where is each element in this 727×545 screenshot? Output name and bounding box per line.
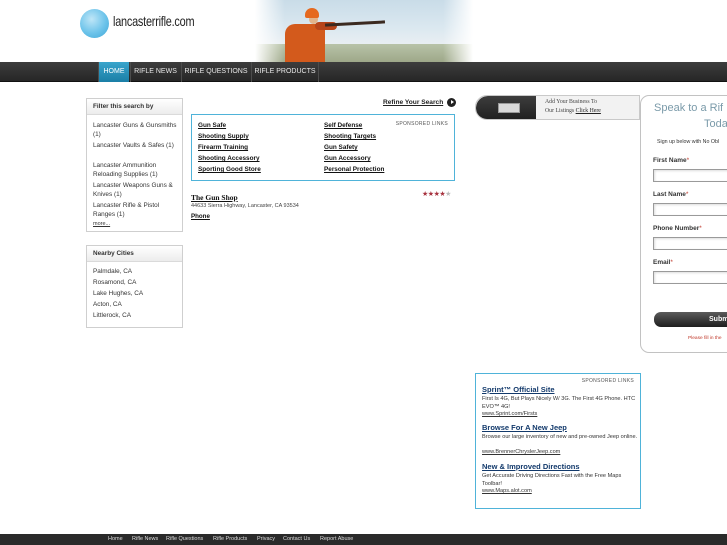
phone-number-input[interactable] (653, 237, 727, 250)
click-here-link[interactable]: Click Here (576, 108, 601, 114)
sponsored-link[interactable]: Personal Protection (324, 166, 384, 173)
footer-link-home[interactable]: Home (108, 535, 123, 544)
form-required-note: Please fill in the (688, 336, 722, 341)
logo-icon[interactable] (80, 9, 109, 38)
footer-link-rifle-questions[interactable]: Rifle Questions (166, 535, 203, 544)
required-marker: * (670, 259, 673, 266)
nav-rifle-products[interactable]: RIFLE PRODUCTS (251, 62, 319, 82)
city-link[interactable]: Rosamond, CA (93, 279, 136, 286)
add-business-prefix: Our Listings (545, 108, 575, 114)
ad-title-link[interactable]: Browse For A New Jeep (482, 423, 567, 432)
email-label: Email* (653, 259, 673, 266)
sponsored-link[interactable]: Sporting Good Store (198, 166, 261, 173)
sponsored-link[interactable]: Shooting Accessory (198, 155, 260, 162)
filter-item-vaults-safes[interactable]: Lancaster Vaults & Safes (1) (93, 141, 181, 150)
required-marker: * (686, 157, 690, 164)
footer-link-report-abuse[interactable]: Report Abuse (320, 535, 353, 544)
lead-form-panel: Speak to a Rif Toda Sign up below with N… (640, 95, 727, 353)
ad-url-link[interactable]: www.BrennerChryslerJeep.com (482, 449, 560, 455)
city-link[interactable]: Palmdale, CA (93, 268, 132, 275)
footer-link-privacy[interactable]: Privacy (257, 535, 275, 544)
filter-heading: Filter this search by (87, 99, 182, 115)
ad-url-link[interactable]: www.Sprint.com/Firsts (482, 411, 537, 417)
last-name-input[interactable] (653, 203, 727, 216)
banner-dark-tab (476, 96, 536, 119)
last-name-label: Last Name* (653, 191, 688, 198)
main-nav: HOME RIFLE NEWS RIFLE QUESTIONS RIFLE PR… (0, 62, 727, 82)
ad-title-link[interactable]: Sprint™ Official Site (482, 385, 555, 394)
add-business-banner[interactable]: Add Your Business To Our Listings Click … (475, 95, 640, 120)
filter-item-guns-gunsmiths[interactable]: Lancaster Guns & Gunsmiths (1) (93, 121, 181, 139)
filter-more-link[interactable]: more... (93, 221, 110, 227)
lead-form-subtitle: Sign up below with No Obl (657, 139, 720, 145)
listing-title-link[interactable]: The Gun Shop (191, 193, 238, 202)
footer-link-rifle-news[interactable]: Rifle News (132, 535, 158, 544)
filter-item-ammunition[interactable]: Lancaster Ammunition Reloading Supplies … (93, 161, 181, 179)
star-empty-icon: ★ (445, 191, 451, 198)
site-header: lancasterrifle.com (0, 0, 727, 62)
sponsored-link[interactable]: Self Defense (324, 122, 362, 129)
first-name-label: First Name* (653, 157, 689, 164)
ad-description: Get Accurate Driving Directions Fast wit… (482, 473, 622, 487)
last-name-label-text: Last Name (653, 191, 686, 198)
footer-link-rifle-products[interactable]: Rifle Products (213, 535, 247, 544)
nearby-cities-panel: Nearby Cities Palmdale, CA Rosamond, CA … (86, 245, 183, 328)
required-marker: * (699, 225, 702, 232)
sponsored-links-label: SPONSORED LINKS (395, 121, 448, 127)
ad-description: First Is 4G, But Plays Nicely W/ 3G. The… (482, 396, 636, 410)
phone-number-label-text: Phone Number (653, 225, 700, 232)
city-link[interactable]: Acton, CA (93, 301, 122, 308)
first-name-input[interactable] (653, 169, 727, 182)
ad-description: Browse our large inventory of new and pr… (482, 434, 638, 440)
listing-thumbnail-icon (498, 103, 520, 113)
refine-search-link[interactable]: Refine Your Search (383, 99, 443, 106)
sponsored-ads-box: SPONSORED LINKS Sprint™ Official Site Fi… (475, 373, 641, 509)
filter-panel: Filter this search by Lancaster Guns & G… (86, 98, 183, 232)
listing-phone-link[interactable]: Phone (191, 213, 210, 220)
lead-form-title-line2: Toda (704, 118, 727, 130)
nav-rifle-questions[interactable]: RIFLE QUESTIONS (181, 62, 250, 82)
header-hunter-image (255, 0, 473, 62)
sponsored-link[interactable]: Shooting Supply (198, 133, 249, 140)
rating-stars: ★★★★★ (422, 190, 451, 198)
first-name-label-text: First Name (653, 157, 687, 164)
add-business-line2: Our Listings Click Here (545, 108, 601, 114)
sponsored-link[interactable]: Shooting Targets (324, 133, 376, 140)
sponsored-link[interactable]: Gun Safe (198, 122, 226, 129)
sponsored-links-box: SPONSORED LINKS Gun Safe Self Defense Sh… (191, 114, 455, 181)
city-link[interactable]: Lake Hughes, CA (93, 290, 143, 297)
footer-link-contact[interactable]: Contact Us (283, 535, 310, 544)
sponsored-link[interactable]: Firearm Training (198, 144, 248, 151)
required-marker: * (685, 191, 689, 198)
nearby-cities-heading: Nearby Cities (87, 246, 182, 262)
nav-home[interactable]: HOME (98, 62, 129, 82)
ad-title-link[interactable]: New & Improved Directions (482, 462, 580, 471)
sponsored-link[interactable]: Gun Accessory (324, 155, 371, 162)
sponsored-link[interactable]: Gun Safety (324, 144, 358, 151)
phone-number-label: Phone Number* (653, 225, 702, 232)
filter-item-ranges[interactable]: Lancaster Rifle & Pistol Ranges (1) (93, 201, 181, 219)
nav-rifle-news[interactable]: RIFLE NEWS (130, 62, 180, 82)
site-footer: Home Rifle News Rifle Questions Rifle Pr… (0, 534, 727, 545)
submit-button[interactable]: Subm (654, 312, 727, 327)
ad-url-link[interactable]: www.Maps.alot.com (482, 488, 532, 494)
lead-form-title: Speak to a Rif (654, 102, 724, 114)
listing-address: 44633 Sierra Highway, Lancaster, CA 9353… (191, 203, 299, 209)
filter-item-weapons-knives[interactable]: Lancaster Weapons Guns & Knives (1) (93, 181, 181, 199)
email-input[interactable] (653, 271, 727, 284)
email-label-text: Email (653, 259, 671, 266)
sponsored-ads-label: SPONSORED LINKS (581, 378, 634, 384)
add-business-line1: Add Your Business To (545, 99, 597, 105)
site-logo-text[interactable]: lancasterrifle.com (113, 13, 195, 29)
play-arrow-icon[interactable] (447, 98, 456, 107)
city-link[interactable]: Littlerock, CA (93, 312, 131, 319)
